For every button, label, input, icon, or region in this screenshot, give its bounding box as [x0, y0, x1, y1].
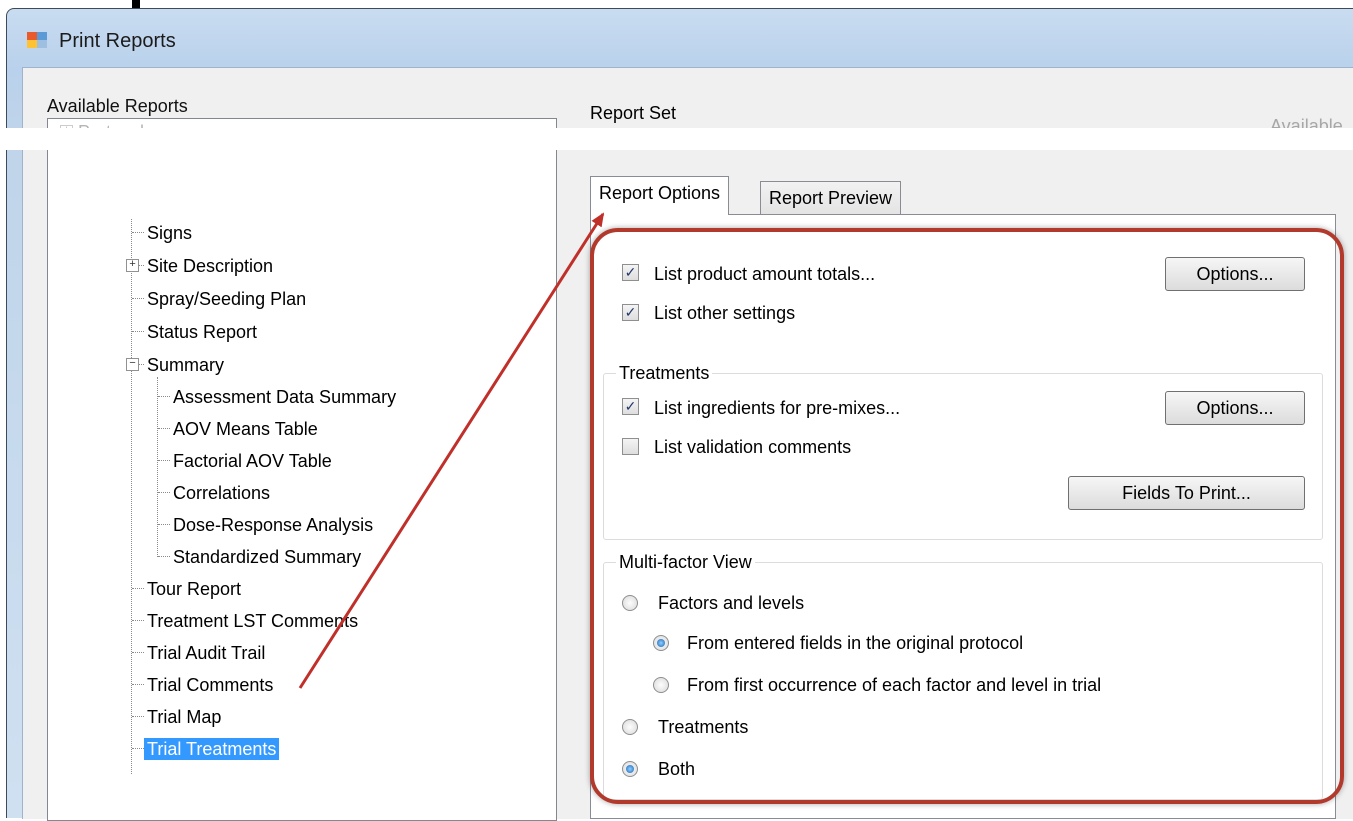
tree-item-trial-map[interactable]: Trial Map — [147, 706, 221, 728]
tree-line — [132, 716, 144, 717]
tree-line — [158, 492, 170, 493]
available-reports-label: Available Reports — [47, 96, 188, 116]
tree-line — [132, 232, 144, 233]
app-icon — [27, 32, 47, 50]
tree-line — [157, 377, 158, 557]
expand-icon[interactable]: + — [126, 259, 139, 272]
tree-line — [132, 588, 144, 589]
tree-item-assessment-data-summary[interactable]: Assessment Data Summary — [173, 386, 396, 408]
tab-report-options[interactable]: Report Options — [590, 176, 730, 215]
list-validation-comments-label: List validation comments — [654, 437, 852, 457]
tree-item-trial-audit-trail[interactable]: Trial Audit Trail — [147, 642, 265, 664]
both-radio-label: Both — [658, 759, 696, 779]
tree-line — [131, 219, 132, 774]
list-product-amount-totals-label: List product amount totals... — [654, 264, 876, 284]
treatments-radio[interactable] — [622, 719, 638, 735]
list-other-settings-checkbox[interactable]: ✓ — [622, 304, 639, 321]
tree-item-status-report[interactable]: Status Report — [147, 321, 257, 343]
from-entered-fields-label: From entered fields in the original prot… — [687, 633, 1024, 653]
tree-line — [158, 524, 170, 525]
tree-item-standardized-summary[interactable]: Standardized Summary — [173, 546, 361, 568]
from-entered-fields-radio[interactable] — [653, 635, 669, 651]
title-bar[interactable]: Print Reports — [7, 9, 1353, 67]
window-title: Print Reports — [59, 30, 176, 52]
treatments-group-label: Treatments — [616, 363, 713, 384]
ingredients-options-button[interactable]: Options... — [1165, 391, 1305, 425]
tree-item-trial-comments[interactable]: Trial Comments — [147, 674, 273, 696]
treatments-radio-label: Treatments — [658, 717, 749, 737]
top-strip — [0, 0, 1353, 10]
tree-line — [132, 684, 144, 685]
tree-item-treatment-lst-comments[interactable]: Treatment LST Comments — [147, 610, 358, 632]
tree-line — [132, 652, 144, 653]
product-options-button[interactable]: Options... — [1165, 257, 1305, 291]
tree-item-trial-treatments[interactable]: Trial Treatments — [144, 738, 280, 760]
list-other-settings-label: List other settings — [654, 303, 796, 323]
available-reports-tree[interactable]: + Protocol + − Sig — [47, 118, 557, 821]
tree-item-correlations[interactable]: Correlations — [173, 482, 270, 504]
tree-item-dose-response-analysis[interactable]: Dose-Response Analysis — [173, 514, 373, 536]
tree-item-tour-report[interactable]: Tour Report — [147, 578, 241, 600]
tree-item-factorial-aov-table[interactable]: Factorial AOV Table — [173, 450, 332, 472]
tree-line — [132, 620, 144, 621]
tree-item-summary[interactable]: Summary — [147, 354, 224, 376]
tree-line — [158, 428, 170, 429]
report-set-label: Report Set — [590, 103, 677, 123]
tree-line — [132, 748, 144, 749]
tree-line — [132, 298, 144, 299]
tree-item-aov-means-table[interactable]: AOV Means Table — [173, 418, 318, 440]
collapse-icon[interactable]: − — [126, 358, 139, 371]
multi-factor-view-label: Multi-factor View — [616, 552, 755, 573]
fields-to-print-button[interactable]: Fields To Print... — [1068, 476, 1305, 510]
tree-line — [132, 331, 144, 332]
from-first-occurrence-radio[interactable] — [653, 677, 669, 693]
list-ingredients-checkbox[interactable]: ✓ — [622, 398, 639, 415]
list-validation-comments-checkbox[interactable] — [622, 438, 639, 455]
screenshot-seam — [0, 128, 1353, 150]
tree-item-signs[interactable]: Signs — [147, 222, 192, 244]
tree-item-spray-seeding-plan[interactable]: Spray/Seeding Plan — [147, 288, 306, 310]
from-first-occurrence-label: From first occurrence of each factor and… — [687, 675, 1102, 695]
factors-and-levels-radio[interactable] — [622, 595, 638, 611]
list-product-amount-totals-checkbox[interactable]: ✓ — [622, 264, 639, 281]
tab-report-preview[interactable]: Report Preview — [760, 181, 902, 216]
both-radio[interactable] — [622, 761, 638, 777]
tree-line — [158, 460, 170, 461]
tree-line — [158, 556, 170, 557]
tree-item-site-description[interactable]: Site Description — [147, 255, 273, 277]
factors-and-levels-label: Factors and levels — [658, 593, 805, 613]
tree-line — [158, 396, 170, 397]
list-ingredients-label: List ingredients for pre-mixes... — [654, 398, 901, 418]
